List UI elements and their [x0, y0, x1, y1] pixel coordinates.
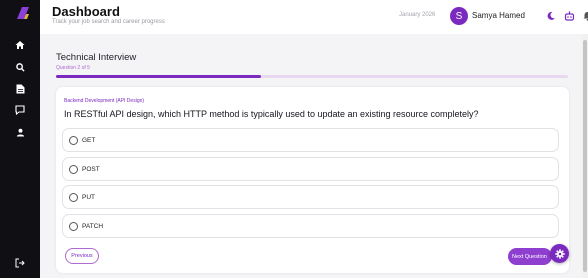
- quiz-progress-fill: [56, 75, 261, 78]
- answer-option-put[interactable]: PUT: [62, 185, 559, 209]
- sidebar: [0, 0, 40, 278]
- home-icon[interactable]: [13, 38, 27, 52]
- current-date: January 2026: [399, 12, 436, 18]
- radio-button[interactable]: [69, 222, 78, 231]
- radio-button[interactable]: [69, 165, 78, 174]
- robot-assistant-icon[interactable]: [562, 9, 576, 23]
- question-category: Backend Development (API Design): [64, 98, 145, 104]
- quiz-progress-bar: [56, 75, 568, 78]
- document-icon[interactable]: [13, 82, 27, 96]
- quiz-header: Technical Interview: [56, 52, 136, 63]
- option-label: GET: [82, 137, 96, 144]
- answer-option-post[interactable]: POST: [62, 157, 559, 181]
- previous-button[interactable]: Previous: [65, 248, 99, 264]
- settings-gear-icon[interactable]: [550, 244, 569, 263]
- quiz-title: Technical Interview: [56, 52, 137, 63]
- search-icon[interactable]: [13, 60, 27, 74]
- option-label: PATCH: [82, 223, 104, 230]
- answer-option-get[interactable]: GET: [62, 128, 559, 152]
- scrollbar-thumb[interactable]: [583, 40, 587, 272]
- next-question-button[interactable]: Next Question: [508, 248, 552, 265]
- question-progress-text: Question 2 of 5: [56, 65, 90, 71]
- page-subtitle: Track your job search and career progres…: [52, 19, 165, 25]
- dark-mode-moon-icon[interactable]: [544, 9, 558, 23]
- user-name[interactable]: Samya Hamed: [472, 11, 525, 20]
- top-header: Dashboard Track your job search and care…: [40, 0, 588, 34]
- page-title: Dashboard: [52, 4, 120, 19]
- app-logo-icon[interactable]: [15, 7, 29, 19]
- option-label: POST: [82, 166, 100, 173]
- option-label: PUT: [82, 194, 95, 201]
- question-text: In RESTful API design, which HTTP method…: [64, 109, 479, 119]
- radio-button[interactable]: [69, 136, 78, 145]
- user-icon[interactable]: [13, 125, 27, 139]
- chat-icon[interactable]: [13, 103, 27, 117]
- answer-option-patch[interactable]: PATCH: [62, 214, 559, 238]
- scrollbar[interactable]: [582, 34, 588, 278]
- notification-bell-icon[interactable]: [580, 9, 588, 23]
- logout-icon[interactable]: [13, 256, 27, 270]
- avatar[interactable]: S: [450, 7, 468, 25]
- radio-button[interactable]: [69, 193, 78, 202]
